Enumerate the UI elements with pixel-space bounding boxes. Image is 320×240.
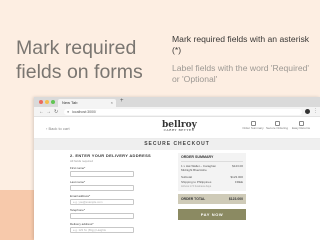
reload-icon[interactable]: ↻ xyxy=(54,109,58,115)
subtotal-value: $123.000 xyxy=(230,175,243,179)
tab-close-icon[interactable]: × xyxy=(111,99,113,107)
header-item-label: Easy Returns xyxy=(291,126,310,130)
header-item-label: Secure Ordering xyxy=(266,126,289,130)
delivery-address-form: 2. ENTER YOUR DELIVERY ADDRESS All field… xyxy=(70,153,176,236)
page-title: SECURE CHECKOUT xyxy=(34,139,320,150)
form-heading: 2. ENTER YOUR DELIVERY ADDRESS xyxy=(70,153,152,158)
delivery-address-field[interactable]: e.g. 123 St. (Brgy) Heights xyxy=(70,227,134,233)
total-label: ORDER TOTAL xyxy=(181,197,206,201)
site-header: ‹ Back to cart bellroy CARRY BETTER Orde… xyxy=(34,117,320,139)
profile-avatar[interactable] xyxy=(305,109,310,114)
forward-arrow-icon[interactable]: → xyxy=(46,109,51,115)
maximize-window-button[interactable] xyxy=(51,100,55,104)
subtotal-label: Subtotal xyxy=(181,175,193,179)
address-bar[interactable]: ● localhost:3000/ xyxy=(64,109,302,115)
pay-now-button[interactable]: PAY NOW xyxy=(178,209,246,220)
first-name-field[interactable] xyxy=(70,171,134,177)
shipping-note: Arrives in 5 business days xyxy=(181,185,212,188)
new-tab-icon[interactable]: + xyxy=(120,98,124,104)
browser-window: New Tab × + ← → ↻ ● localhost:3000/ ⋮ ‹ … xyxy=(34,97,320,240)
header-item-label: Order Summary xyxy=(242,126,264,130)
logo-tagline: CARRY BETTER xyxy=(163,128,195,132)
email-field[interactable]: e.g. you@example.com xyxy=(70,199,134,205)
back-to-cart-link[interactable]: ‹ Back to cart xyxy=(46,126,70,131)
tab-title: New Tab xyxy=(62,100,78,105)
delivery-address-label: Delivery address* xyxy=(70,222,94,226)
last-name-label: Last name* xyxy=(70,180,86,184)
shipping-value: FREE xyxy=(234,180,243,184)
browser-toolbar: ← → ↻ ● localhost:3000/ ⋮ xyxy=(34,107,320,117)
browser-tab[interactable]: New Tab × xyxy=(58,99,116,107)
subtotal-row: Subtotal $123.000 xyxy=(181,175,243,179)
first-name-label: First name* xyxy=(70,166,86,170)
back-arrow-icon[interactable]: ← xyxy=(39,109,44,115)
email-label: Email address* xyxy=(70,194,91,198)
lock-icon: ● xyxy=(67,110,70,114)
shipping-label: Shipping to Philippines xyxy=(181,180,212,184)
tab-strip: New Tab × + xyxy=(34,97,320,107)
form-required-note: All fields required xyxy=(70,159,94,163)
last-name-field[interactable] xyxy=(70,185,134,191)
header-order-summary[interactable]: Order Summary xyxy=(242,121,264,130)
tip-required-asterisk: Mark required fields with an asterisk (*… xyxy=(172,34,310,55)
tip-label-fields: Label fields with the word 'Required' or… xyxy=(172,63,310,84)
slide-headline: Mark required fields on forms xyxy=(16,37,143,83)
telephone-field[interactable] xyxy=(70,213,134,219)
order-summary-title: ORDER SUMMARY xyxy=(181,155,243,162)
item-price: $123.00 xyxy=(232,164,243,168)
shipping-row: Shipping to Philippines FREE xyxy=(181,180,243,184)
url-text: localhost:3000/ xyxy=(72,110,97,114)
order-summary-panel: ORDER SUMMARY 1 x Hat Wallet – Caraghan … xyxy=(178,153,246,220)
order-summary-box: ORDER SUMMARY 1 x Hat Wallet – Caraghan … xyxy=(178,153,246,191)
header-secure-ordering[interactable]: Secure Ordering xyxy=(266,121,288,130)
total-value: $123.000 xyxy=(228,197,243,201)
order-item: 1 x Hat Wallet – Caraghan Midnight Blue/… xyxy=(181,164,243,172)
bellroy-logo[interactable]: bellroy CARRY BETTER xyxy=(162,120,197,136)
minimize-window-button[interactable] xyxy=(45,100,49,104)
order-total-bar: ORDER TOTAL $123.000 xyxy=(178,194,246,204)
header-easy-returns[interactable]: Easy Returns xyxy=(290,121,312,130)
item-name: 1 x Hat Wallet – Caraghan Midnight Blue/… xyxy=(181,164,217,172)
browser-menu-icon[interactable]: ⋮ xyxy=(313,108,318,114)
telephone-label: Telephone* xyxy=(70,208,86,212)
close-window-button[interactable] xyxy=(39,100,43,104)
